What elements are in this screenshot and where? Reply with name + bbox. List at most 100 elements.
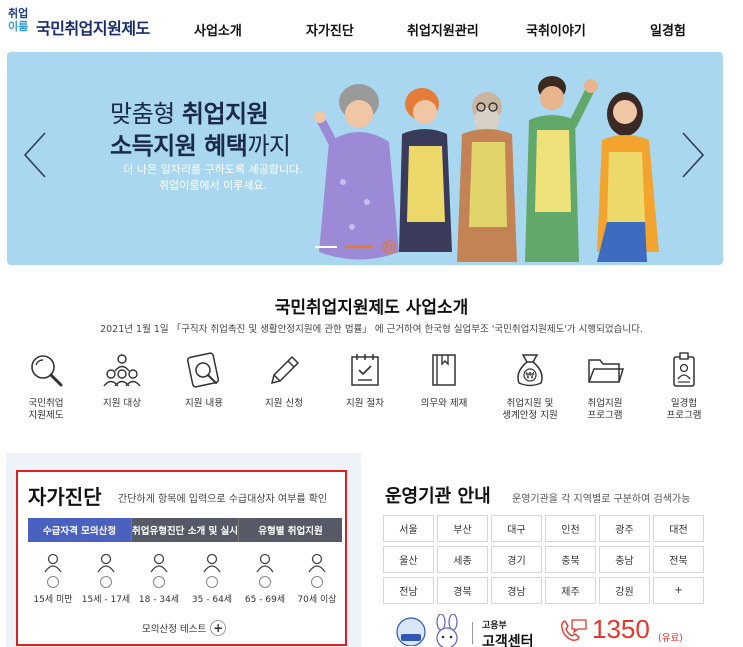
- region-button[interactable]: 충남: [599, 546, 650, 573]
- chevron-right-icon[interactable]: [677, 130, 707, 180]
- call-number: 1350: [592, 614, 650, 644]
- banner-headline-plain: 맞춤형: [110, 100, 182, 128]
- region-button[interactable]: 강원: [599, 577, 650, 604]
- call-divider: [472, 622, 473, 644]
- age-radio[interactable]: [311, 576, 323, 588]
- tab-support-by-type[interactable]: 유형별 취업지원: [238, 518, 342, 542]
- region-button[interactable]: 광주: [599, 515, 650, 542]
- region-button[interactable]: 인천: [545, 515, 596, 542]
- business-menu: 국민취업 지원제도 지원 대상 지원 내용 지원 신청 지원 절차 의무와 제재…: [0, 350, 743, 430]
- people-illustration: [314, 76, 659, 262]
- age-radio[interactable]: [100, 576, 112, 588]
- mock-test-label: 모의산정 테스트: [142, 624, 207, 635]
- age-label: 18 - 34세: [138, 595, 180, 605]
- nav-item-self-check[interactable]: 자가진단: [306, 20, 354, 39]
- menu-item-target[interactable]: 지원 대상: [82, 350, 162, 430]
- banner-subtext-line2: 취업이룸에서 이루세요.: [158, 179, 268, 192]
- document-search-icon: [186, 352, 220, 388]
- age-option[interactable]: 15세 - 17세: [79, 552, 133, 605]
- tab-eligibility-estimate[interactable]: 수급자격 모의산정: [28, 518, 131, 542]
- age-options: 15세 미만 15세 - 17세 18 - 34세 35 - 64세 65 - …: [26, 552, 344, 605]
- menu-label: 지원 절차: [346, 398, 384, 409]
- menu-label: 일경험 프로그램: [666, 398, 702, 421]
- menu-item-duty[interactable]: 의무와 제재: [404, 350, 484, 430]
- self-check-description: 간단하게 항목에 입력으로 수급대상자 여부를 확인: [118, 494, 328, 505]
- person-icon: [150, 553, 168, 573]
- age-radio[interactable]: [206, 576, 218, 588]
- age-label: 15세 - 17세: [81, 595, 131, 605]
- age-label: 15세 미만: [33, 595, 73, 605]
- age-radio[interactable]: [259, 576, 271, 588]
- menu-item-content[interactable]: 지원 내용: [164, 350, 244, 430]
- nav-item-work-experience[interactable]: 일경험: [650, 20, 686, 39]
- tab-employment-type-diagnosis[interactable]: 취업유형진단 소개 및 실시: [130, 518, 239, 542]
- region-more-button[interactable]: +: [653, 577, 704, 604]
- nav-item-employment-management[interactable]: 취업지원관리: [407, 20, 479, 39]
- menu-item-apply[interactable]: 지원 신청: [244, 350, 324, 430]
- person-icon: [44, 553, 62, 573]
- region-button[interactable]: 경기: [491, 546, 542, 573]
- checklist-icon: [351, 354, 379, 386]
- pencil-icon: [270, 355, 300, 385]
- nav-item-stories[interactable]: 국취이야기: [526, 20, 586, 39]
- plus-icon: +: [210, 620, 227, 636]
- agencies-title: 운영기관 안내: [385, 486, 491, 507]
- region-button[interactable]: 대구: [491, 515, 542, 542]
- call-paid-label: (유료): [658, 633, 683, 644]
- menu-label: 의무와 제재: [420, 398, 468, 409]
- age-label: 70세 이상: [297, 595, 337, 605]
- banner-headline-bold: 취업지원: [181, 100, 269, 128]
- banner-headline2-bold: 소득지원 혜택: [110, 132, 248, 160]
- region-button[interactable]: 전남: [383, 577, 434, 604]
- id-badge-icon: [673, 352, 695, 387]
- banner-headline2-plain: 까지: [247, 132, 291, 160]
- region-button[interactable]: 경북: [437, 577, 488, 604]
- hero-banner: 맞춤형 취업지원 소득지원 혜택까지 더 나은 일자리를 구하도록 세공합니다.…: [7, 52, 723, 265]
- age-option[interactable]: 65 - 69세: [238, 552, 292, 605]
- region-button[interactable]: 제주: [545, 577, 596, 604]
- menu-item-work-experience[interactable]: 일경험 프로그램: [644, 350, 724, 430]
- book-icon: [432, 354, 456, 386]
- age-radio[interactable]: [47, 576, 59, 588]
- age-option[interactable]: 15세 미만: [26, 552, 80, 605]
- self-check-panel: 자가진단 간단하게 항목에 입력으로 수급대상자 여부를 확인 수급자격 모의산…: [16, 470, 347, 646]
- region-button[interactable]: 충북: [545, 546, 596, 573]
- person-icon: [256, 553, 274, 573]
- menu-item-procedure[interactable]: 지원 절차: [325, 350, 405, 430]
- region-button[interactable]: 경남: [491, 577, 542, 604]
- folder-icon: [588, 359, 625, 383]
- chevron-left-icon[interactable]: [21, 130, 51, 180]
- customer-center-banner[interactable]: 고용부 고객센터 1350 (유료): [396, 610, 716, 647]
- age-radio[interactable]: [153, 576, 165, 588]
- banner-subtext-line1: 더 나은 일자리를 구하도록 세공합니다.: [123, 163, 303, 176]
- region-button[interactable]: 대전: [653, 515, 704, 542]
- menu-item-system[interactable]: 국민취업 지원제도: [6, 350, 86, 430]
- menu-item-employment-program[interactable]: 취업지원 프로그램: [565, 350, 645, 430]
- age-option[interactable]: 35 - 64세: [185, 552, 239, 605]
- age-option[interactable]: 18 - 34세: [132, 552, 186, 605]
- region-button[interactable]: 서울: [383, 515, 434, 542]
- menu-label: 국민취업 지원제도: [28, 398, 64, 421]
- age-option[interactable]: 70세 이상: [290, 552, 344, 605]
- call-center-label: 고객센터: [482, 634, 534, 647]
- agencies-description: 운영기관을 각 지역별로 구분하여 검색가능: [512, 494, 691, 505]
- nav-item-business-intro[interactable]: 사업소개: [194, 20, 242, 39]
- menu-label: 지원 내용: [185, 398, 223, 409]
- region-button[interactable]: 전북: [653, 546, 704, 573]
- menu-item-living-support[interactable]: ₩ 취업지원 및 생계안정 지원: [490, 350, 570, 430]
- region-button[interactable]: 세종: [437, 546, 488, 573]
- region-button[interactable]: 울산: [383, 546, 434, 573]
- magnifier-icon: [31, 355, 63, 387]
- slide-indicator[interactable]: [315, 240, 405, 254]
- business-intro-title: 국민취업지원제도 사업소개: [274, 298, 469, 318]
- money-bag-icon: ₩: [517, 354, 543, 387]
- self-check-title: 자가진단: [28, 485, 102, 509]
- business-intro-description: 2021년 1월 1일 「구직자 취업촉진 및 생활안정지원에 관한 법률」 에…: [100, 324, 643, 335]
- svg-text:₩: ₩: [526, 372, 535, 382]
- self-check-tabs: 수급자격 모의산정 취업유형진단 소개 및 실시 유형별 취업지원: [28, 518, 342, 542]
- mock-calculation-test-button[interactable]: 모의산정 테스트 +: [142, 620, 227, 636]
- menu-label: 지원 대상: [103, 398, 141, 409]
- region-button[interactable]: 부산: [437, 515, 488, 542]
- operating-agencies: 운영기관 안내 운영기관을 각 지역별로 구분하여 검색가능 서울 부산 대구 …: [372, 470, 742, 647]
- banner-headline-line1: 맞춤형 취업지원: [110, 94, 269, 129]
